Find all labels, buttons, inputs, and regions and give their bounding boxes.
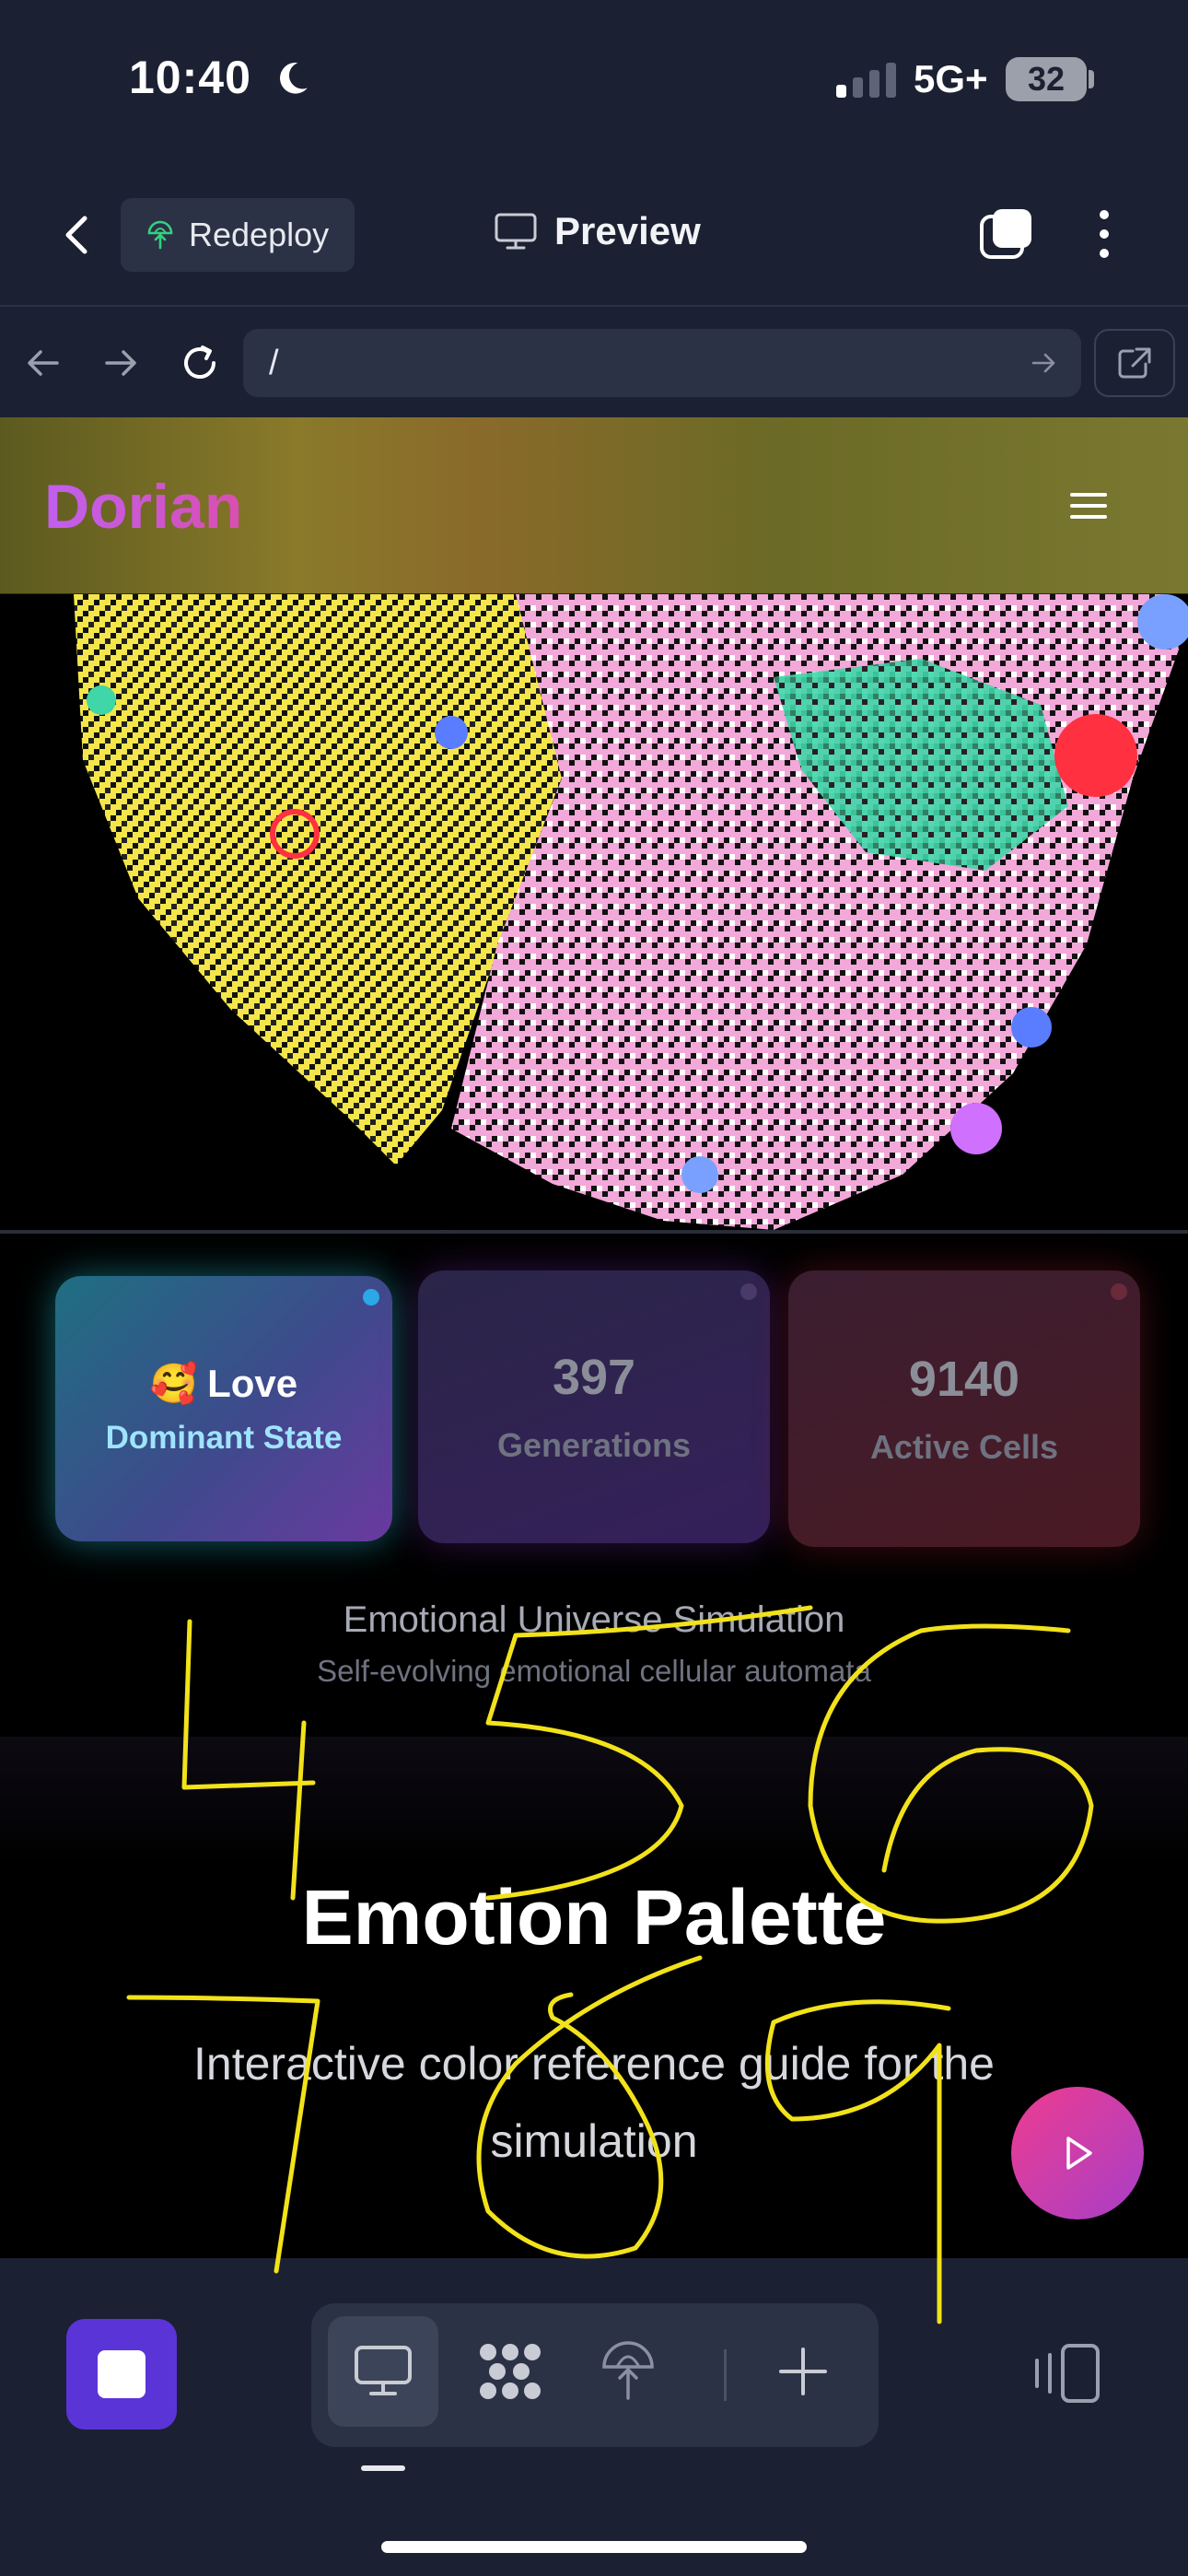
simulation-subtitle: Self-evolving emotional cellular automat… — [317, 1654, 871, 1688]
status-bar: 10:40 5G+ 32 — [0, 0, 1188, 161]
stat-card-generations[interactable]: 397 Generations — [418, 1270, 770, 1543]
url-bar: / — [0, 309, 1188, 417]
site-header: Dorian — [0, 417, 1188, 594]
preview-title[interactable]: Preview — [494, 209, 701, 253]
web-preview: Dorian 🥰 Love Dominant State 397 Generat… — [0, 417, 1188, 2258]
simulation-title: Emotional Universe Simulation — [343, 1599, 845, 1640]
battery-tip — [1089, 70, 1094, 88]
stat-value: 🥰 Love — [150, 1362, 297, 1407]
desktop-icon — [355, 2346, 412, 2395]
palette-section — [0, 1737, 1188, 2258]
plus-icon — [779, 2348, 827, 2395]
redeploy-button[interactable]: Redeploy — [121, 198, 355, 272]
status-time: 10:40 — [129, 52, 251, 103]
monitor-icon — [495, 213, 537, 250]
deploy-icon — [602, 2341, 654, 2400]
arrow-right-icon[interactable] — [98, 340, 144, 386]
desktop-view-button[interactable] — [328, 2316, 438, 2427]
app-toolbar: Redeploy Preview — [0, 161, 1188, 307]
simulation-canvas[interactable] — [0, 594, 1188, 1230]
dominant-state-value: Love — [207, 1362, 298, 1405]
smiling-face-with-hearts-icon: 🥰 — [149, 1361, 199, 1405]
palette-title: Emotion Palette — [301, 1874, 887, 1961]
preview-label: Preview — [554, 209, 701, 252]
stat-card-dominant-state[interactable]: 🥰 Love Dominant State — [55, 1276, 392, 1541]
stop-icon — [98, 2350, 146, 2398]
apps-view-button[interactable] — [455, 2316, 565, 2427]
status-dot — [363, 1289, 379, 1306]
play-icon — [1066, 2137, 1092, 2170]
chevron-left-icon[interactable] — [53, 207, 99, 263]
palette-subtitle: Interactive color reference guide for th… — [193, 2038, 995, 2167]
bottom-bar — [0, 2259, 1188, 2576]
external-link-icon — [1118, 347, 1151, 379]
hamburger-icon[interactable] — [1070, 493, 1107, 522]
device-layout-icon[interactable] — [1028, 2340, 1105, 2408]
screen: 10:40 5G+ 32 Redeploy Preview / Dorian 🥰… — [0, 0, 1188, 2576]
stat-card-active-cells[interactable]: 9140 Active Cells — [788, 1270, 1140, 1547]
url-field[interactable]: / — [243, 329, 1081, 397]
tabs-icon[interactable] — [978, 205, 1035, 263]
reload-icon[interactable] — [177, 340, 223, 386]
battery-icon: 32 — [1006, 57, 1087, 101]
arrow-left-icon[interactable] — [20, 340, 66, 386]
go-arrow-icon[interactable] — [1028, 347, 1059, 379]
apps-grid-icon — [480, 2344, 541, 2399]
canvas-divider — [0, 1230, 1188, 1234]
status-dot — [740, 1283, 757, 1300]
stat-label: Active Cells — [869, 1428, 1059, 1466]
stop-button[interactable] — [66, 2319, 177, 2430]
view-switcher — [311, 2303, 879, 2447]
redeploy-icon — [147, 220, 173, 250]
stat-label: Generations — [496, 1426, 692, 1464]
signal-icon — [836, 61, 896, 98]
redeploy-label: Redeploy — [189, 216, 330, 253]
more-vertical-icon[interactable] — [1090, 205, 1118, 263]
brand-logo[interactable]: Dorian — [44, 471, 242, 543]
open-external-button[interactable] — [1094, 329, 1175, 397]
status-dot — [1111, 1283, 1127, 1300]
active-view-indicator — [361, 2465, 405, 2471]
add-view-button[interactable] — [748, 2316, 858, 2427]
url-text: / — [269, 344, 279, 382]
deploy-view-button[interactable] — [573, 2316, 683, 2427]
switcher-divider — [724, 2349, 727, 2401]
play-button[interactable] — [1011, 2087, 1144, 2219]
network-type: 5G+ — [914, 57, 988, 100]
moon-icon — [280, 63, 308, 94]
stat-value: 397 — [552, 1350, 636, 1405]
stat-label: Dominant State — [105, 1419, 343, 1456]
stat-value: 9140 — [908, 1352, 1020, 1407]
home-indicator[interactable] — [381, 2541, 807, 2553]
